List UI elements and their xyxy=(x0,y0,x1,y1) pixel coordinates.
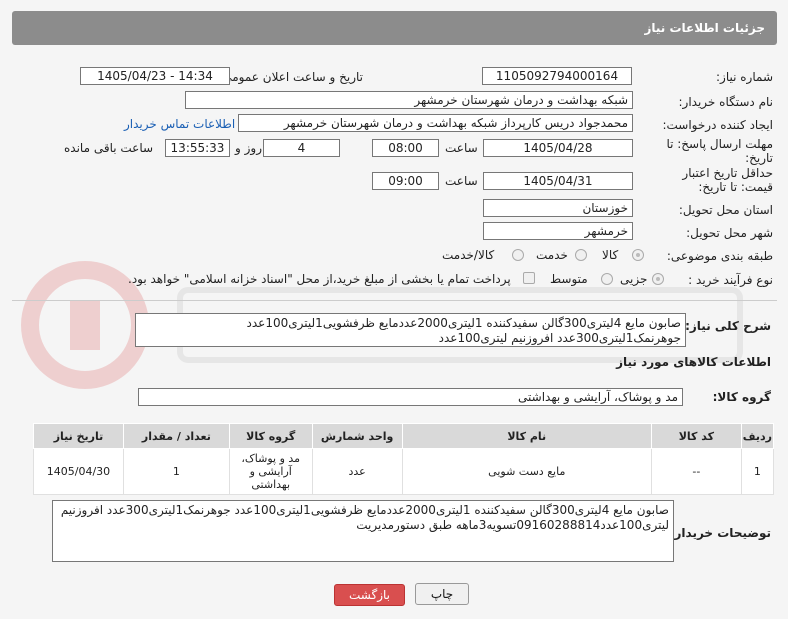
cell-need-date: 1405/04/30 xyxy=(33,448,124,495)
province-field: خوزستان xyxy=(483,199,633,217)
cell-item-code: -- xyxy=(650,448,742,495)
cell-goods-group: مد و پوشاک، آرایشی و بهداشتی xyxy=(228,448,313,495)
city-field: خرمشهر xyxy=(483,222,633,240)
buyer-notes-label: توضیحات خریدار: xyxy=(669,526,771,540)
col-unit: واحد شمارش xyxy=(311,423,403,449)
reply-time-field: 08:00 xyxy=(372,139,439,157)
price-time-field: 09:00 xyxy=(372,172,439,190)
category-label: طبقه بندی موضوعی: xyxy=(666,249,773,263)
price-time-label: ساعت xyxy=(445,174,478,188)
col-need-date: تاریخ نیاز xyxy=(33,423,124,449)
category-option-goods: کالا xyxy=(602,248,619,262)
items-table: ردیف کد کالا نام کالا واحد شمارش گروه کا… xyxy=(33,423,775,495)
page-title: جزئیات اطلاعات نیاز xyxy=(644,21,765,35)
back-button[interactable]: بازگشت xyxy=(334,584,405,606)
announce-field: 1405/04/23 - 14:34 xyxy=(80,67,230,85)
col-item-code: کد کالا xyxy=(650,423,742,449)
price-validity-label: حداقل تاریخ اعتبار قیمت: تا تاریخ: xyxy=(682,166,773,194)
requester-label: ایجاد کننده درخواست: xyxy=(662,118,773,132)
remaining-time-field: 13:55:33 xyxy=(165,139,230,157)
items-heading: اطلاعات کالاهای مورد نیاز xyxy=(616,355,771,369)
category-option-service: خدمت xyxy=(536,248,568,262)
reply-time-label: ساعت xyxy=(445,141,478,155)
cell-row-number: 1 xyxy=(740,448,775,495)
cell-item-name: مایع دست شویی xyxy=(401,448,652,495)
print-button[interactable]: چاپ xyxy=(415,583,469,605)
summary-text: صابون مایع 4لیتری300گالن سفیدکننده 1لیتر… xyxy=(246,316,681,345)
province-label: استان محل تحویل: xyxy=(678,203,773,217)
summary-label: شرح کلی نیاز: xyxy=(685,319,771,333)
goods-group-label: گروه کالا: xyxy=(712,390,771,404)
summary-textarea[interactable]: صابون مایع 4لیتری300گالن سفیدکننده 1لیتر… xyxy=(135,313,686,347)
cell-quantity: 1 xyxy=(122,448,230,495)
goods-group-field: مد و پوشاک، آرایشی و بهداشتی xyxy=(138,388,683,406)
category-radio-both[interactable] xyxy=(512,249,524,261)
process-option-minor: جزیی xyxy=(620,272,648,286)
category-option-both: کالا/خدمت xyxy=(442,248,495,262)
table-row: 1 -- مایع دست شویی عدد مد و پوشاک، آرایش… xyxy=(33,448,775,495)
buyer-org-label: نام دستگاه خریدار: xyxy=(678,95,774,109)
buyer-notes-textarea[interactable]: صابون مایع 4لیتری300گالن سفیدکننده 1لیتر… xyxy=(52,500,674,562)
price-date-field: 1405/04/31 xyxy=(483,172,633,190)
col-quantity: تعداد / مقدار xyxy=(122,423,230,449)
process-radio-minor[interactable] xyxy=(652,273,664,285)
days-field: 4 xyxy=(263,139,340,157)
process-label: نوع فرآیند خرید : xyxy=(688,273,773,287)
process-radio-medium[interactable] xyxy=(601,273,613,285)
cell-unit: عدد xyxy=(311,448,403,495)
remaining-label: ساعت باقی مانده xyxy=(64,141,154,155)
page-title-bar: جزئیات اطلاعات نیاز xyxy=(12,11,777,45)
col-item-name: نام کالا xyxy=(401,423,652,449)
need-number-label: شماره نیاز: xyxy=(716,70,773,84)
reply-deadline-label: مهلت ارسال پاسخ: تا تاریخ: xyxy=(666,137,773,165)
category-radio-goods[interactable] xyxy=(632,249,644,261)
announce-label: تاریخ و ساعت اعلان عمومی: xyxy=(218,70,363,84)
payment-note: پرداخت تمام یا بخشی از مبلغ خرید،از محل … xyxy=(128,272,511,286)
days-label: روز و xyxy=(235,141,262,155)
divider xyxy=(12,300,777,301)
city-label: شهر محل تحویل: xyxy=(686,226,773,240)
buyer-org-field: شبکه بهداشت و درمان شهرستان خرمشهر xyxy=(185,91,633,109)
payment-checkbox[interactable] xyxy=(523,272,535,284)
col-row-number: ردیف xyxy=(740,423,775,449)
requester-field: محمدجواد دریس کارپرداز شبکه بهداشت و درم… xyxy=(238,114,633,132)
buyer-contact-link[interactable]: اطلاعات تماس خریدار xyxy=(124,117,235,131)
reply-date-field: 1405/04/28 xyxy=(483,139,633,157)
buyer-notes-text: صابون مایع 4لیتری300گالن سفیدکننده 1لیتر… xyxy=(60,503,669,532)
table-header-row: ردیف کد کالا نام کالا واحد شمارش گروه کا… xyxy=(33,423,775,449)
category-radio-service[interactable] xyxy=(575,249,587,261)
need-number-field: 1105092794000164 xyxy=(482,67,632,85)
col-goods-group: گروه کالا xyxy=(228,423,313,449)
process-option-medium: متوسط xyxy=(550,272,588,286)
